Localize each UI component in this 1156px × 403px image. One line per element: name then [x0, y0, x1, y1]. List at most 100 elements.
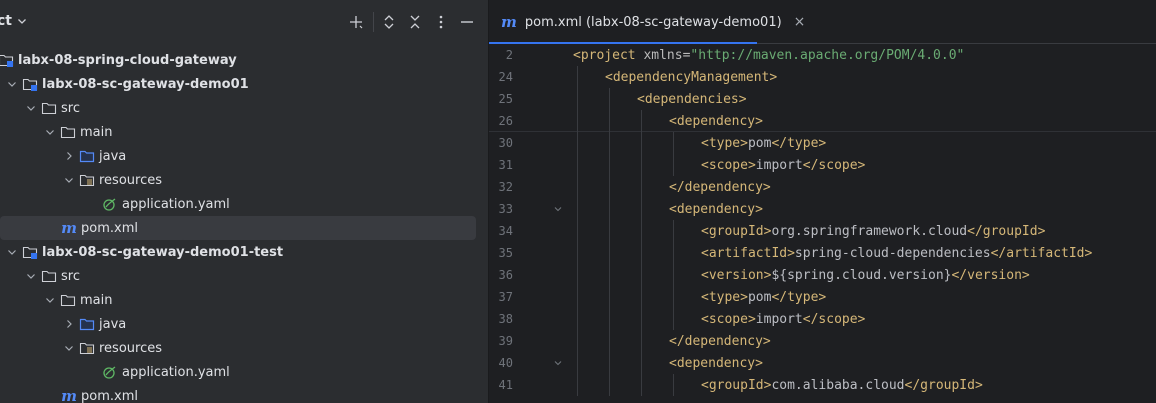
- code-line[interactable]: 36 <version>${spring.cloud.version}</vers…: [489, 264, 1156, 286]
- indent-guide: [641, 176, 642, 198]
- code-line[interactable]: 35 <artifactId>spring-cloud-dependencies<…: [489, 242, 1156, 264]
- indent-guide: [577, 220, 578, 242]
- tree-item[interactable]: resources: [0, 168, 476, 192]
- editor-tab-pom-xml[interactable]: m pom.xml (labx-08-sc-gateway-demo01) ×: [489, 0, 817, 44]
- tree-item[interactable]: labx-08-spring-cloud-gateway: [0, 48, 476, 72]
- chevron-down-icon[interactable]: [44, 294, 56, 306]
- indent-guide: [609, 110, 610, 132]
- close-icon[interactable]: ×: [794, 14, 806, 30]
- code-line[interactable]: 38 <scope>import</scope>: [489, 308, 1156, 330]
- chevron-down-icon[interactable]: [6, 78, 18, 90]
- code-token: <dependency>: [669, 355, 763, 371]
- code-text: <artifactId>spring-cloud-dependencies</a…: [701, 246, 1092, 261]
- code-text: <dependencyManagement>: [605, 70, 777, 85]
- code-line[interactable]: 33 <dependency>: [489, 198, 1156, 220]
- line-number: 38: [498, 312, 513, 326]
- project-view-selector[interactable]: ct: [0, 13, 28, 29]
- code-token: "http://maven.apache.org/POM/4.0.0": [690, 47, 965, 63]
- chevron-down-icon[interactable]: [63, 342, 75, 354]
- tree-item[interactable]: resources: [0, 336, 476, 360]
- tree-item[interactable]: application.yaml: [0, 192, 476, 216]
- tree-item[interactable]: src: [0, 96, 476, 120]
- code-token: com.alibaba.cloud: [771, 377, 905, 393]
- indent-guide: [641, 330, 642, 352]
- more-icon[interactable]: [431, 12, 451, 32]
- line-number: 32: [498, 180, 513, 194]
- code-token: <dependencyManagement>: [605, 69, 778, 85]
- chevron-down-icon[interactable]: [6, 246, 18, 258]
- tree-item-label: src: [61, 100, 80, 116]
- tree-item[interactable]: src: [0, 264, 476, 288]
- collapse-all-icon[interactable]: [405, 12, 425, 32]
- code-line[interactable]: 32 </dependency>: [489, 176, 1156, 198]
- chevron-right-icon[interactable]: [63, 318, 75, 330]
- indent-guide: [673, 308, 674, 330]
- code-line[interactable]: 30 <type>pom</type>: [489, 132, 1156, 154]
- indent-guide: [609, 374, 610, 396]
- folder-icon: [60, 292, 76, 308]
- chevron-right-icon[interactable]: [63, 150, 75, 162]
- fold-chevron-icon[interactable]: [552, 357, 564, 369]
- indent-guide: [609, 154, 610, 176]
- tree-item[interactable]: main: [0, 120, 476, 144]
- indent-guide: [577, 66, 578, 88]
- code-token: org.springframework.cloud: [771, 223, 968, 239]
- fold-chevron-icon[interactable]: [552, 203, 564, 215]
- chevron-down-icon[interactable]: [25, 102, 37, 114]
- code-line[interactable]: 40 <dependency>: [489, 352, 1156, 374]
- code-token: <groupId>: [701, 223, 772, 239]
- indent-guide: [673, 132, 674, 154]
- chevron-down-icon[interactable]: [25, 270, 37, 282]
- expand-all-icon[interactable]: [379, 12, 399, 32]
- tree-item-label: labx-08-sc-gateway-demo01-test: [42, 244, 284, 260]
- tree-item[interactable]: java: [0, 312, 476, 336]
- indent-guide: [609, 308, 610, 330]
- indent-guide: [673, 154, 674, 176]
- indent-guide: [609, 352, 610, 374]
- module-folder-icon: [22, 76, 38, 92]
- code-area[interactable]: 30 <type>pom</type> 31 <scope>import</scope…: [489, 44, 1156, 403]
- code-line[interactable]: 26 <dependency>: [489, 110, 1156, 132]
- resources-folder-icon: [79, 340, 95, 356]
- code-token: spring-cloud-dependencies: [794, 245, 991, 261]
- code-token: <dependencies>: [637, 91, 747, 107]
- code-line[interactable]: 39 </dependency>: [489, 330, 1156, 352]
- add-icon[interactable]: [346, 12, 366, 32]
- indent-guide: [577, 308, 578, 330]
- code-line[interactable]: 24 <dependencyManagement>: [489, 66, 1156, 88]
- code-token: ${spring.cloud.version}: [771, 267, 952, 283]
- indent-guide: [641, 264, 642, 286]
- tree-item[interactable]: m pom.xml: [0, 384, 476, 403]
- code-line[interactable]: 31 <scope>import</scope>: [489, 154, 1156, 176]
- tree-item[interactable]: application.yaml: [0, 360, 476, 384]
- code-token: xmlns=: [643, 47, 691, 63]
- indent-guide: [577, 352, 578, 374]
- tree-item-label: application.yaml: [122, 196, 230, 212]
- code-token: <artifactId>: [701, 245, 795, 261]
- code-line[interactable]: 25 <dependencies>: [489, 88, 1156, 110]
- tree-item[interactable]: labx-08-sc-gateway-demo01-test: [0, 240, 476, 264]
- resources-folder-icon: [79, 172, 95, 188]
- indent-guide: [609, 176, 610, 198]
- chevron-down-icon[interactable]: [44, 126, 56, 138]
- minimize-icon[interactable]: [457, 12, 477, 32]
- code-line[interactable]: 41 <groupId>com.alibaba.cloud</groupId>: [489, 374, 1156, 396]
- code-token: </dependency>: [669, 333, 771, 349]
- tree-item[interactable]: java: [0, 144, 476, 168]
- code-token: </groupId>: [967, 223, 1046, 239]
- line-number: 25: [498, 92, 513, 106]
- code-token: </version>: [951, 267, 1030, 283]
- tree-item[interactable]: labx-08-sc-gateway-demo01: [0, 72, 476, 96]
- line-number: 33: [498, 202, 513, 216]
- chevron-down-icon[interactable]: [63, 174, 75, 186]
- code-line[interactable]: 34 <groupId>org.springframework.cloud</gr…: [489, 220, 1156, 242]
- indent-guide: [577, 374, 578, 396]
- tree-item[interactable]: m pom.xml: [0, 216, 476, 240]
- code-token: </scope>: [802, 157, 866, 173]
- chevron-down-icon: [16, 15, 28, 27]
- code-line[interactable]: 2 <project xmlns="http://maven.apache.org…: [489, 44, 1156, 66]
- code-line[interactable]: 37 <type>pom</type>: [489, 286, 1156, 308]
- indent-guide: [577, 198, 578, 220]
- tree-item[interactable]: main: [0, 288, 476, 312]
- tree-item-label: labx-08-spring-cloud-gateway: [18, 52, 237, 68]
